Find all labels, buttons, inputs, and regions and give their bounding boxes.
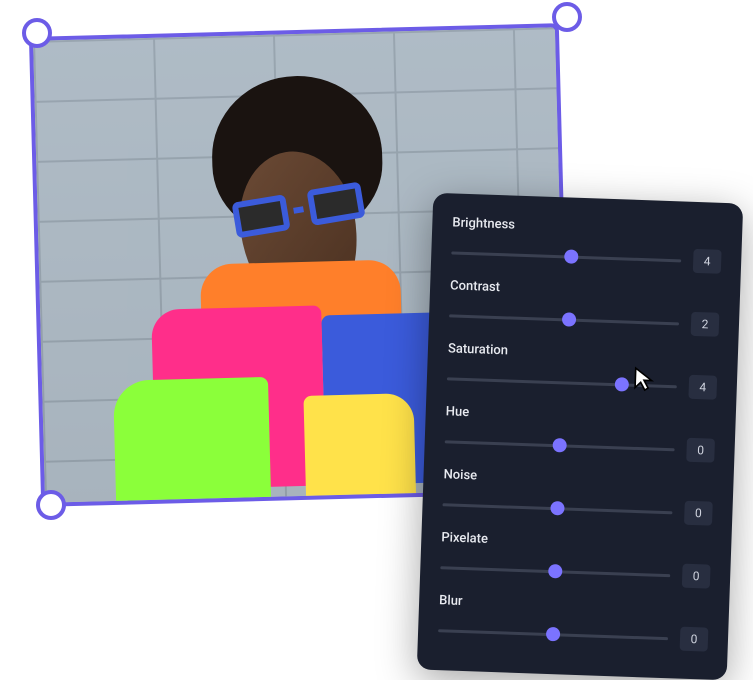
slider-control: 4 — [451, 240, 722, 273]
jacket-panel-yellow — [303, 393, 416, 496]
slider-value[interactable]: 0 — [680, 627, 709, 652]
slider-row-pixelate: Pixelate 0 — [440, 530, 712, 588]
slider-control: 0 — [444, 429, 715, 462]
slider-row-contrast: Contrast 2 — [449, 278, 721, 336]
slider-row-saturation: Saturation 4 — [447, 341, 719, 399]
slider-label: Pixelate — [441, 530, 711, 554]
resize-handle-top-right[interactable] — [552, 2, 582, 32]
slider-label: Contrast — [450, 278, 720, 302]
slider-value[interactable]: 4 — [693, 249, 722, 274]
slider-control: 0 — [440, 555, 711, 588]
slider-value[interactable]: 0 — [686, 438, 715, 463]
slider-value[interactable]: 0 — [682, 564, 711, 589]
slider-row-noise: Noise 0 — [442, 467, 714, 525]
resize-handle-top-left[interactable] — [22, 18, 52, 48]
slider-control: 2 — [449, 303, 720, 336]
slider-row-brightness: Brightness 4 — [451, 215, 723, 273]
slider-value[interactable]: 2 — [691, 312, 720, 337]
slider-track-brightness[interactable] — [451, 251, 681, 262]
lens-left — [231, 194, 290, 238]
slider-label: Saturation — [448, 341, 718, 365]
slider-value[interactable]: 0 — [684, 501, 713, 526]
slider-control: 0 — [442, 492, 713, 525]
slider-track-hue[interactable] — [445, 440, 675, 451]
slider-thumb[interactable] — [561, 312, 575, 326]
slider-thumb[interactable] — [546, 627, 560, 641]
slider-thumb[interactable] — [552, 438, 566, 452]
slider-label: Brightness — [452, 215, 722, 239]
slider-thumb[interactable] — [614, 377, 628, 391]
slider-row-blur: Blur 0 — [438, 593, 710, 651]
slider-thumb[interactable] — [564, 249, 578, 263]
adjustments-panel: Brightness4Contrast2Saturation4Hue0Noise… — [417, 193, 743, 680]
bridge — [293, 206, 303, 214]
slider-thumb[interactable] — [548, 564, 562, 578]
lens-right — [306, 182, 365, 226]
resize-handle-bottom-left[interactable] — [36, 490, 66, 520]
slider-value[interactable]: 4 — [688, 375, 717, 400]
slider-track-saturation[interactable] — [447, 377, 677, 388]
slider-control: 4 — [447, 366, 718, 399]
slider-track-blur[interactable] — [438, 629, 668, 640]
slider-track-pixelate[interactable] — [440, 566, 670, 577]
slider-track-contrast[interactable] — [449, 314, 679, 325]
slider-track-noise[interactable] — [442, 503, 672, 514]
jacket-panel-green — [113, 377, 271, 501]
slider-label: Hue — [446, 404, 716, 428]
slider-control: 0 — [438, 618, 709, 651]
slider-label: Noise — [443, 467, 713, 491]
slider-thumb[interactable] — [550, 501, 564, 515]
slider-row-hue: Hue 0 — [444, 404, 716, 462]
slider-label: Blur — [439, 593, 709, 617]
